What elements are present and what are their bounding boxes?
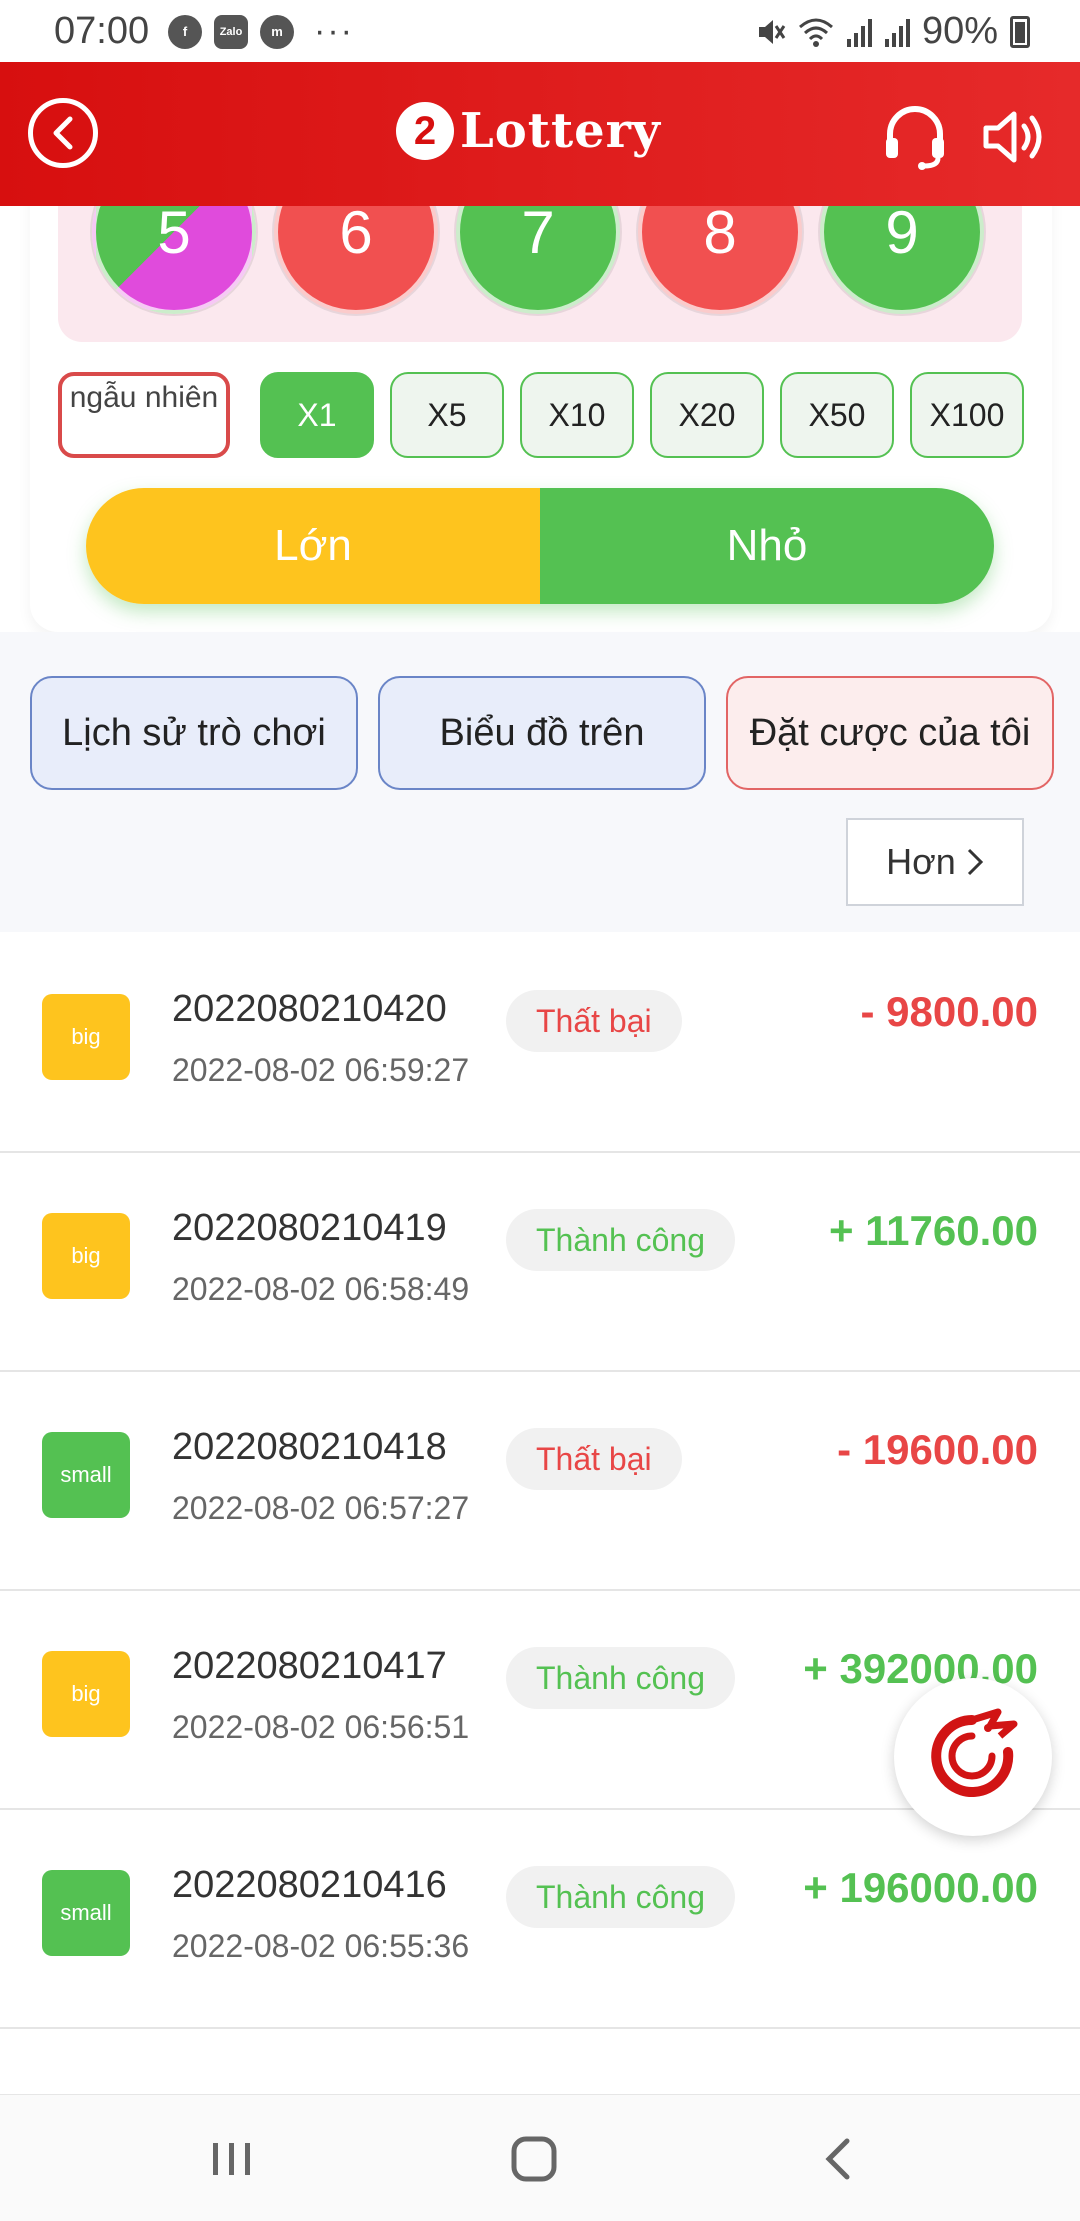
speaker-icon[interactable] [980, 102, 1050, 172]
period-number: 2022080210417 [172, 1645, 447, 1687]
multiplier-x20[interactable]: X20 [650, 372, 764, 458]
tab-chart[interactable]: Biểu đồ trên [378, 676, 706, 790]
status-right-icons: 90% [756, 10, 1030, 53]
bet-amount: - 19600.00 [837, 1426, 1038, 1473]
period-number: 2022080210416 [172, 1864, 447, 1906]
multiplier-x50[interactable]: X50 [780, 372, 894, 458]
home-icon [511, 2136, 557, 2182]
bet-time: 2022-08-02 06:56:51 [172, 1709, 470, 1745]
status-bar: 07:00 f Zalo m ··· 90% [0, 0, 1080, 62]
random-pick-button[interactable]: ngẫu nhiên [58, 372, 230, 458]
multiplier-x10[interactable]: X10 [520, 372, 634, 458]
big-button[interactable]: Lớn [86, 488, 540, 604]
small-button[interactable]: Nhỏ [540, 488, 994, 604]
back-nav-icon [825, 2138, 850, 2180]
period-number: 2022080210420 [172, 988, 447, 1030]
bet-type-badge: small [42, 1870, 130, 1956]
status-badge: Thành công [506, 1647, 736, 1709]
bet-type-badge: big [42, 994, 130, 1080]
status-badge: Thất bại [506, 990, 682, 1052]
status-badge: Thành công [506, 1866, 736, 1928]
bet-type-badge: small [42, 1432, 130, 1518]
signal-icon [846, 18, 872, 47]
zalo-icon: Zalo [214, 14, 248, 49]
back-nav-button[interactable] [808, 2131, 868, 2187]
chevron-right-icon [967, 848, 983, 876]
status-badge: Thất bại [506, 1428, 682, 1490]
floating-dragon-button[interactable] [894, 1678, 1052, 1836]
list-item[interactable]: big 2022080210420 2022-08-02 06:59:27 Th… [0, 934, 1080, 1153]
bet-time: 2022-08-02 06:59:27 [172, 1052, 470, 1088]
wifi-icon [798, 18, 833, 47]
bet-time: 2022-08-02 06:57:27 [172, 1490, 470, 1526]
facebook-icon: f [168, 14, 202, 49]
recent-apps-icon [213, 2143, 250, 2175]
tab-my-bets[interactable]: Đặt cược của tôi [726, 676, 1054, 790]
tab-game-history[interactable]: Lịch sử trò chơi [30, 676, 358, 790]
status-notification-icons: f Zalo m ··· [168, 12, 354, 51]
bet-time: 2022-08-02 06:55:36 [172, 1928, 470, 1964]
status-badge: Thành công [506, 1209, 736, 1271]
recent-apps-button[interactable] [202, 2131, 262, 2187]
battery-percent: 90% [921, 10, 998, 52]
big-small-toggle: Lớn Nhỏ [86, 488, 994, 604]
period-number: 2022080210418 [172, 1426, 447, 1468]
mute-icon [758, 19, 786, 44]
bet-time: 2022-08-02 06:58:49 [172, 1271, 470, 1307]
back-button[interactable] [28, 98, 98, 168]
bet-type-badge: big [42, 1213, 130, 1299]
multiplier-x5[interactable]: X5 [390, 372, 504, 458]
home-button[interactable] [504, 2131, 564, 2187]
logo-badge: 2 [396, 102, 454, 160]
period-number: 2022080210419 [172, 1207, 447, 1249]
bet-amount: + 196000.00 [803, 1864, 1038, 1911]
bet-history-list: big 2022080210420 2022-08-02 06:59:27 Th… [0, 934, 1080, 2029]
signal-icon [884, 18, 910, 47]
battery-icon [1010, 15, 1030, 48]
list-item[interactable]: small 2022080210418 2022-08-02 06:57:27 … [0, 1372, 1080, 1591]
multiplier-x100[interactable]: X100 [910, 372, 1024, 458]
list-item[interactable]: small 2022080210416 2022-08-02 06:55:36 … [0, 1810, 1080, 2029]
logo-text: Lottery [460, 103, 661, 159]
more-notifications-icon: ··· [314, 12, 354, 50]
system-nav-bar [0, 2094, 1080, 2221]
bet-amount: + 11760.00 [828, 1207, 1038, 1254]
app-header: 2 Lottery [0, 62, 1080, 206]
list-item[interactable]: big 2022080210419 2022-08-02 06:58:49 Th… [0, 1153, 1080, 1372]
app-logo: 2 Lottery [396, 102, 661, 160]
status-time: 07:00 [54, 10, 150, 52]
bet-amount: - 9800.00 [860, 988, 1038, 1035]
back-icon [53, 116, 73, 150]
dragon-icon [931, 1708, 1018, 1797]
more-label: Hơn [886, 841, 956, 882]
messenger-icon: m [260, 14, 294, 49]
headset-icon[interactable] [880, 102, 950, 172]
multiplier-x1[interactable]: X1 [260, 372, 374, 458]
more-button[interactable]: Hơn [846, 818, 1024, 906]
bet-type-badge: big [42, 1651, 130, 1737]
